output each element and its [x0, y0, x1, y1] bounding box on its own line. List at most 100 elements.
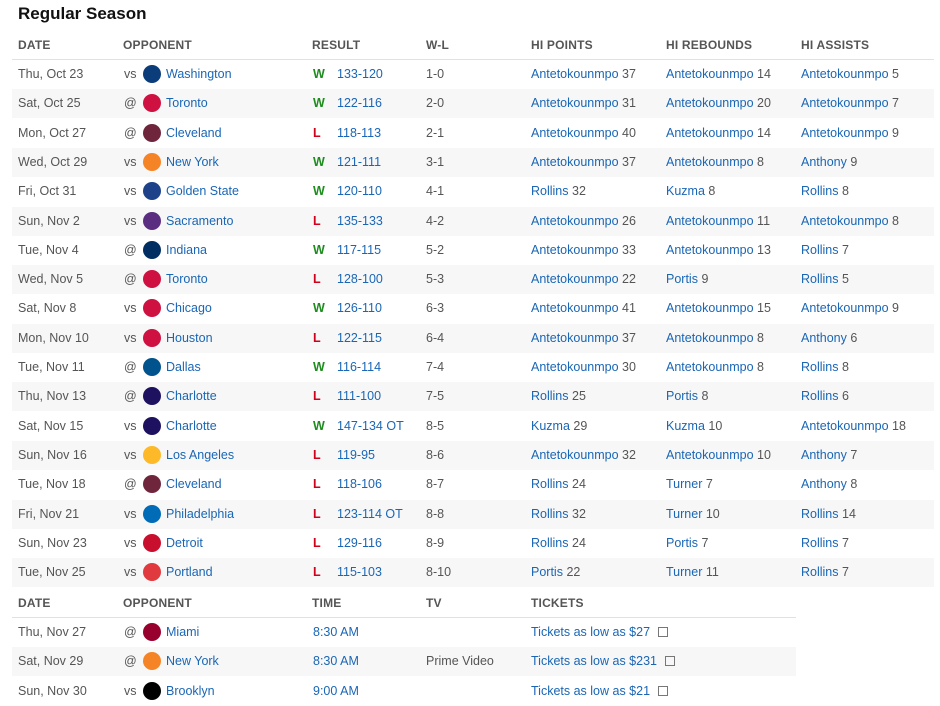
- hi-points-player-link[interactable]: Antetokounmpo: [531, 243, 619, 257]
- hi-points-player-link[interactable]: Antetokounmpo: [531, 214, 619, 228]
- score-link[interactable]: 128-100: [337, 272, 383, 286]
- score-link[interactable]: 117-115: [337, 243, 381, 257]
- hi-rebounds-player-link[interactable]: Antetokounmpo: [666, 448, 754, 462]
- hi-assists-player-link[interactable]: Rollins: [801, 184, 839, 198]
- hi-points-player-link[interactable]: Rollins: [531, 389, 569, 403]
- hi-rebounds-player-link[interactable]: Antetokounmpo: [666, 155, 754, 169]
- hi-assists-player-link[interactable]: Antetokounmpo: [801, 419, 889, 433]
- hi-assists-player-link[interactable]: Antetokounmpo: [801, 67, 889, 81]
- score-link[interactable]: 118-106: [337, 477, 382, 491]
- score-link[interactable]: 121-111: [337, 155, 381, 169]
- hi-assists-player-link[interactable]: Anthony: [801, 331, 847, 345]
- opponent-link[interactable]: Indiana: [166, 243, 207, 257]
- score-link[interactable]: 122-116: [337, 96, 382, 110]
- hi-points-player-link[interactable]: Antetokounmpo: [531, 301, 619, 315]
- tickets-link[interactable]: Tickets as low as $231: [531, 654, 675, 668]
- hi-rebounds-player-link[interactable]: Turner: [666, 565, 702, 579]
- hi-points-player-link[interactable]: Rollins: [531, 477, 569, 491]
- hi-rebounds-player-link[interactable]: Turner: [666, 507, 702, 521]
- opponent-link[interactable]: Cleveland: [166, 477, 222, 491]
- hi-assists-player-link[interactable]: Antetokounmpo: [801, 301, 889, 315]
- hi-rebounds-player-link[interactable]: Antetokounmpo: [666, 301, 754, 315]
- hi-rebounds-player-link[interactable]: Portis: [666, 389, 698, 403]
- hi-assists-player-link[interactable]: Rollins: [801, 565, 839, 579]
- score-link[interactable]: 147-134 OT: [337, 419, 404, 433]
- hi-assists-player-link[interactable]: Rollins: [801, 389, 839, 403]
- score-link[interactable]: 135-133: [337, 214, 383, 228]
- hi-rebounds-player-link[interactable]: Antetokounmpo: [666, 126, 754, 140]
- hi-points-player-link[interactable]: Rollins: [531, 536, 569, 550]
- game-time[interactable]: 8:30 AM: [313, 654, 359, 668]
- opponent-link[interactable]: Dallas: [166, 360, 201, 374]
- opponent-link[interactable]: Sacramento: [166, 214, 233, 228]
- hi-points-player-link[interactable]: Antetokounmpo: [531, 67, 619, 81]
- hi-points-player-link[interactable]: Antetokounmpo: [531, 155, 619, 169]
- opponent-link[interactable]: Cleveland: [166, 126, 222, 140]
- hi-assists-player-link[interactable]: Antetokounmpo: [801, 126, 889, 140]
- hi-assists-player-link[interactable]: Rollins: [801, 536, 839, 550]
- hi-assists-player-link[interactable]: Antetokounmpo: [801, 214, 889, 228]
- opponent-link[interactable]: Los Angeles: [166, 448, 234, 462]
- opponent-link[interactable]: Golden State: [166, 184, 239, 198]
- hi-assists-player-link[interactable]: Rollins: [801, 243, 839, 257]
- score-link[interactable]: 120-110: [337, 184, 382, 198]
- hi-assists-player-link[interactable]: Anthony: [801, 448, 847, 462]
- opponent-link[interactable]: Philadelphia: [166, 507, 234, 521]
- opponent-link[interactable]: Detroit: [166, 536, 203, 550]
- game-time[interactable]: 9:00 AM: [313, 684, 359, 698]
- score-link[interactable]: 129-116: [337, 536, 382, 550]
- hi-rebounds-player-link[interactable]: Antetokounmpo: [666, 243, 754, 257]
- hi-points-player-link[interactable]: Antetokounmpo: [531, 272, 619, 286]
- hi-points-player-link[interactable]: Antetokounmpo: [531, 96, 619, 110]
- game-date: Tue, Nov 11: [18, 360, 85, 374]
- score-link[interactable]: 122-115: [337, 331, 382, 345]
- hi-rebounds-player-link[interactable]: Antetokounmpo: [666, 96, 754, 110]
- hi-assists-player-link[interactable]: Anthony: [801, 477, 847, 491]
- score-link[interactable]: 126-110: [337, 301, 382, 315]
- hi-points-player-link[interactable]: Antetokounmpo: [531, 331, 619, 345]
- opponent-link[interactable]: Washington: [166, 67, 232, 81]
- score-link[interactable]: 116-114: [337, 360, 381, 374]
- hi-rebounds-player-link[interactable]: Antetokounmpo: [666, 67, 754, 81]
- score-link[interactable]: 133-120: [337, 67, 383, 81]
- score-link[interactable]: 115-103: [337, 565, 382, 579]
- opponent-link[interactable]: New York: [166, 155, 219, 169]
- hi-assists-player-link[interactable]: Antetokounmpo: [801, 96, 889, 110]
- hi-points-player-link[interactable]: Kuzma: [531, 419, 570, 433]
- hi-assists-player-link[interactable]: Rollins: [801, 507, 839, 521]
- opponent-link[interactable]: Brooklyn: [166, 684, 215, 698]
- score-link[interactable]: 119-95: [337, 448, 375, 462]
- hi-rebounds-player-link[interactable]: Portis: [666, 272, 698, 286]
- hi-rebounds-player-link[interactable]: Antetokounmpo: [666, 360, 754, 374]
- hi-rebounds-player-link[interactable]: Antetokounmpo: [666, 331, 754, 345]
- opponent-link[interactable]: Miami: [166, 625, 199, 639]
- hi-rebounds-player-link[interactable]: Kuzma: [666, 419, 705, 433]
- opponent-link[interactable]: Houston: [166, 331, 213, 345]
- hi-assists-player-link[interactable]: Anthony: [801, 155, 847, 169]
- hi-points-player-link[interactable]: Antetokounmpo: [531, 448, 619, 462]
- hi-rebounds-player-link[interactable]: Turner: [666, 477, 702, 491]
- hi-assists-player-link[interactable]: Rollins: [801, 272, 839, 286]
- opponent-link[interactable]: Toronto: [166, 272, 208, 286]
- score-link[interactable]: 111-100: [337, 389, 381, 403]
- score-link[interactable]: 118-113: [337, 126, 381, 140]
- game-time[interactable]: 8:30 AM: [313, 625, 359, 639]
- tickets-link[interactable]: Tickets as low as $21: [531, 684, 669, 698]
- opponent-link[interactable]: Charlotte: [166, 389, 217, 403]
- tickets-link[interactable]: Tickets as low as $27: [531, 625, 669, 639]
- opponent-link[interactable]: Toronto: [166, 96, 208, 110]
- hi-points-player-link[interactable]: Antetokounmpo: [531, 126, 619, 140]
- opponent-link[interactable]: Chicago: [166, 301, 212, 315]
- hi-points-player-link[interactable]: Rollins: [531, 507, 569, 521]
- opponent-link[interactable]: Charlotte: [166, 419, 217, 433]
- opponent-link[interactable]: New York: [166, 654, 219, 668]
- hi-rebounds-player-link[interactable]: Portis: [666, 536, 698, 550]
- hi-points-player-link[interactable]: Rollins: [531, 184, 569, 198]
- opponent-link[interactable]: Portland: [166, 565, 213, 579]
- hi-rebounds-player-link[interactable]: Antetokounmpo: [666, 214, 754, 228]
- hi-assists-player-link[interactable]: Rollins: [801, 360, 839, 374]
- score-link[interactable]: 123-114 OT: [337, 507, 403, 521]
- hi-points-player-link[interactable]: Antetokounmpo: [531, 360, 619, 374]
- hi-rebounds-player-link[interactable]: Kuzma: [666, 184, 705, 198]
- hi-points-player-link[interactable]: Portis: [531, 565, 563, 579]
